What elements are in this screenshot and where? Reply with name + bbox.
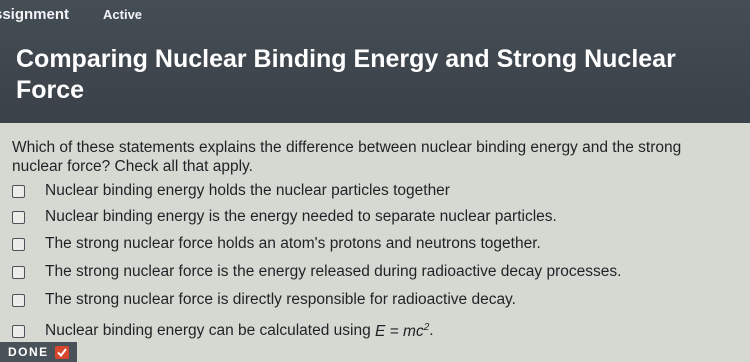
checkbox[interactable]: [12, 324, 25, 338]
page-title: Comparing Nuclear Binding Energy and Str…: [16, 45, 676, 104]
option-label: Nuclear binding energy holds the nuclear…: [45, 182, 450, 199]
assignment-header: ssignment Active Comparing Nuclear Bindi…: [0, 0, 750, 123]
checkbox[interactable]: [12, 265, 25, 279]
header-topbar: ssignment Active: [0, 6, 142, 23]
equation-base: E = mc: [375, 322, 424, 340]
status-badge: Active: [103, 7, 143, 22]
option-3[interactable]: The strong nuclear force holds an atom's…: [12, 231, 541, 257]
question-prompt: Which of these statements explains the d…: [12, 139, 682, 175]
option-label: The strong nuclear force is directly res…: [45, 291, 516, 308]
option-label: Nuclear binding energy is the energy nee…: [45, 208, 557, 225]
option-5[interactable]: The strong nuclear force is directly res…: [12, 287, 516, 313]
option-label-text: Nuclear binding energy can be calculated…: [45, 322, 371, 340]
option-label: Nuclear binding energy can be calculated…: [45, 321, 434, 340]
done-button[interactable]: DONE: [0, 342, 77, 362]
done-label: DONE: [8, 345, 49, 359]
checkbox[interactable]: [12, 293, 25, 307]
checkbox[interactable]: [12, 237, 25, 251]
checkbox[interactable]: [12, 210, 25, 224]
option-1[interactable]: Nuclear binding energy holds the nuclear…: [12, 178, 450, 204]
equation: E = mc2: [375, 321, 429, 340]
option-2[interactable]: Nuclear binding energy is the energy nee…: [12, 204, 557, 230]
option-6[interactable]: Nuclear binding energy can be calculated…: [12, 318, 434, 344]
option-label: The strong nuclear force holds an atom's…: [45, 235, 541, 252]
equation-suffix: .: [429, 322, 434, 340]
option-4[interactable]: The strong nuclear force is the energy r…: [12, 259, 621, 285]
checkbox[interactable]: [12, 184, 25, 198]
option-label: The strong nuclear force is the energy r…: [45, 263, 622, 280]
check-icon: [54, 345, 69, 359]
breadcrumb[interactable]: ssignment: [0, 6, 69, 23]
